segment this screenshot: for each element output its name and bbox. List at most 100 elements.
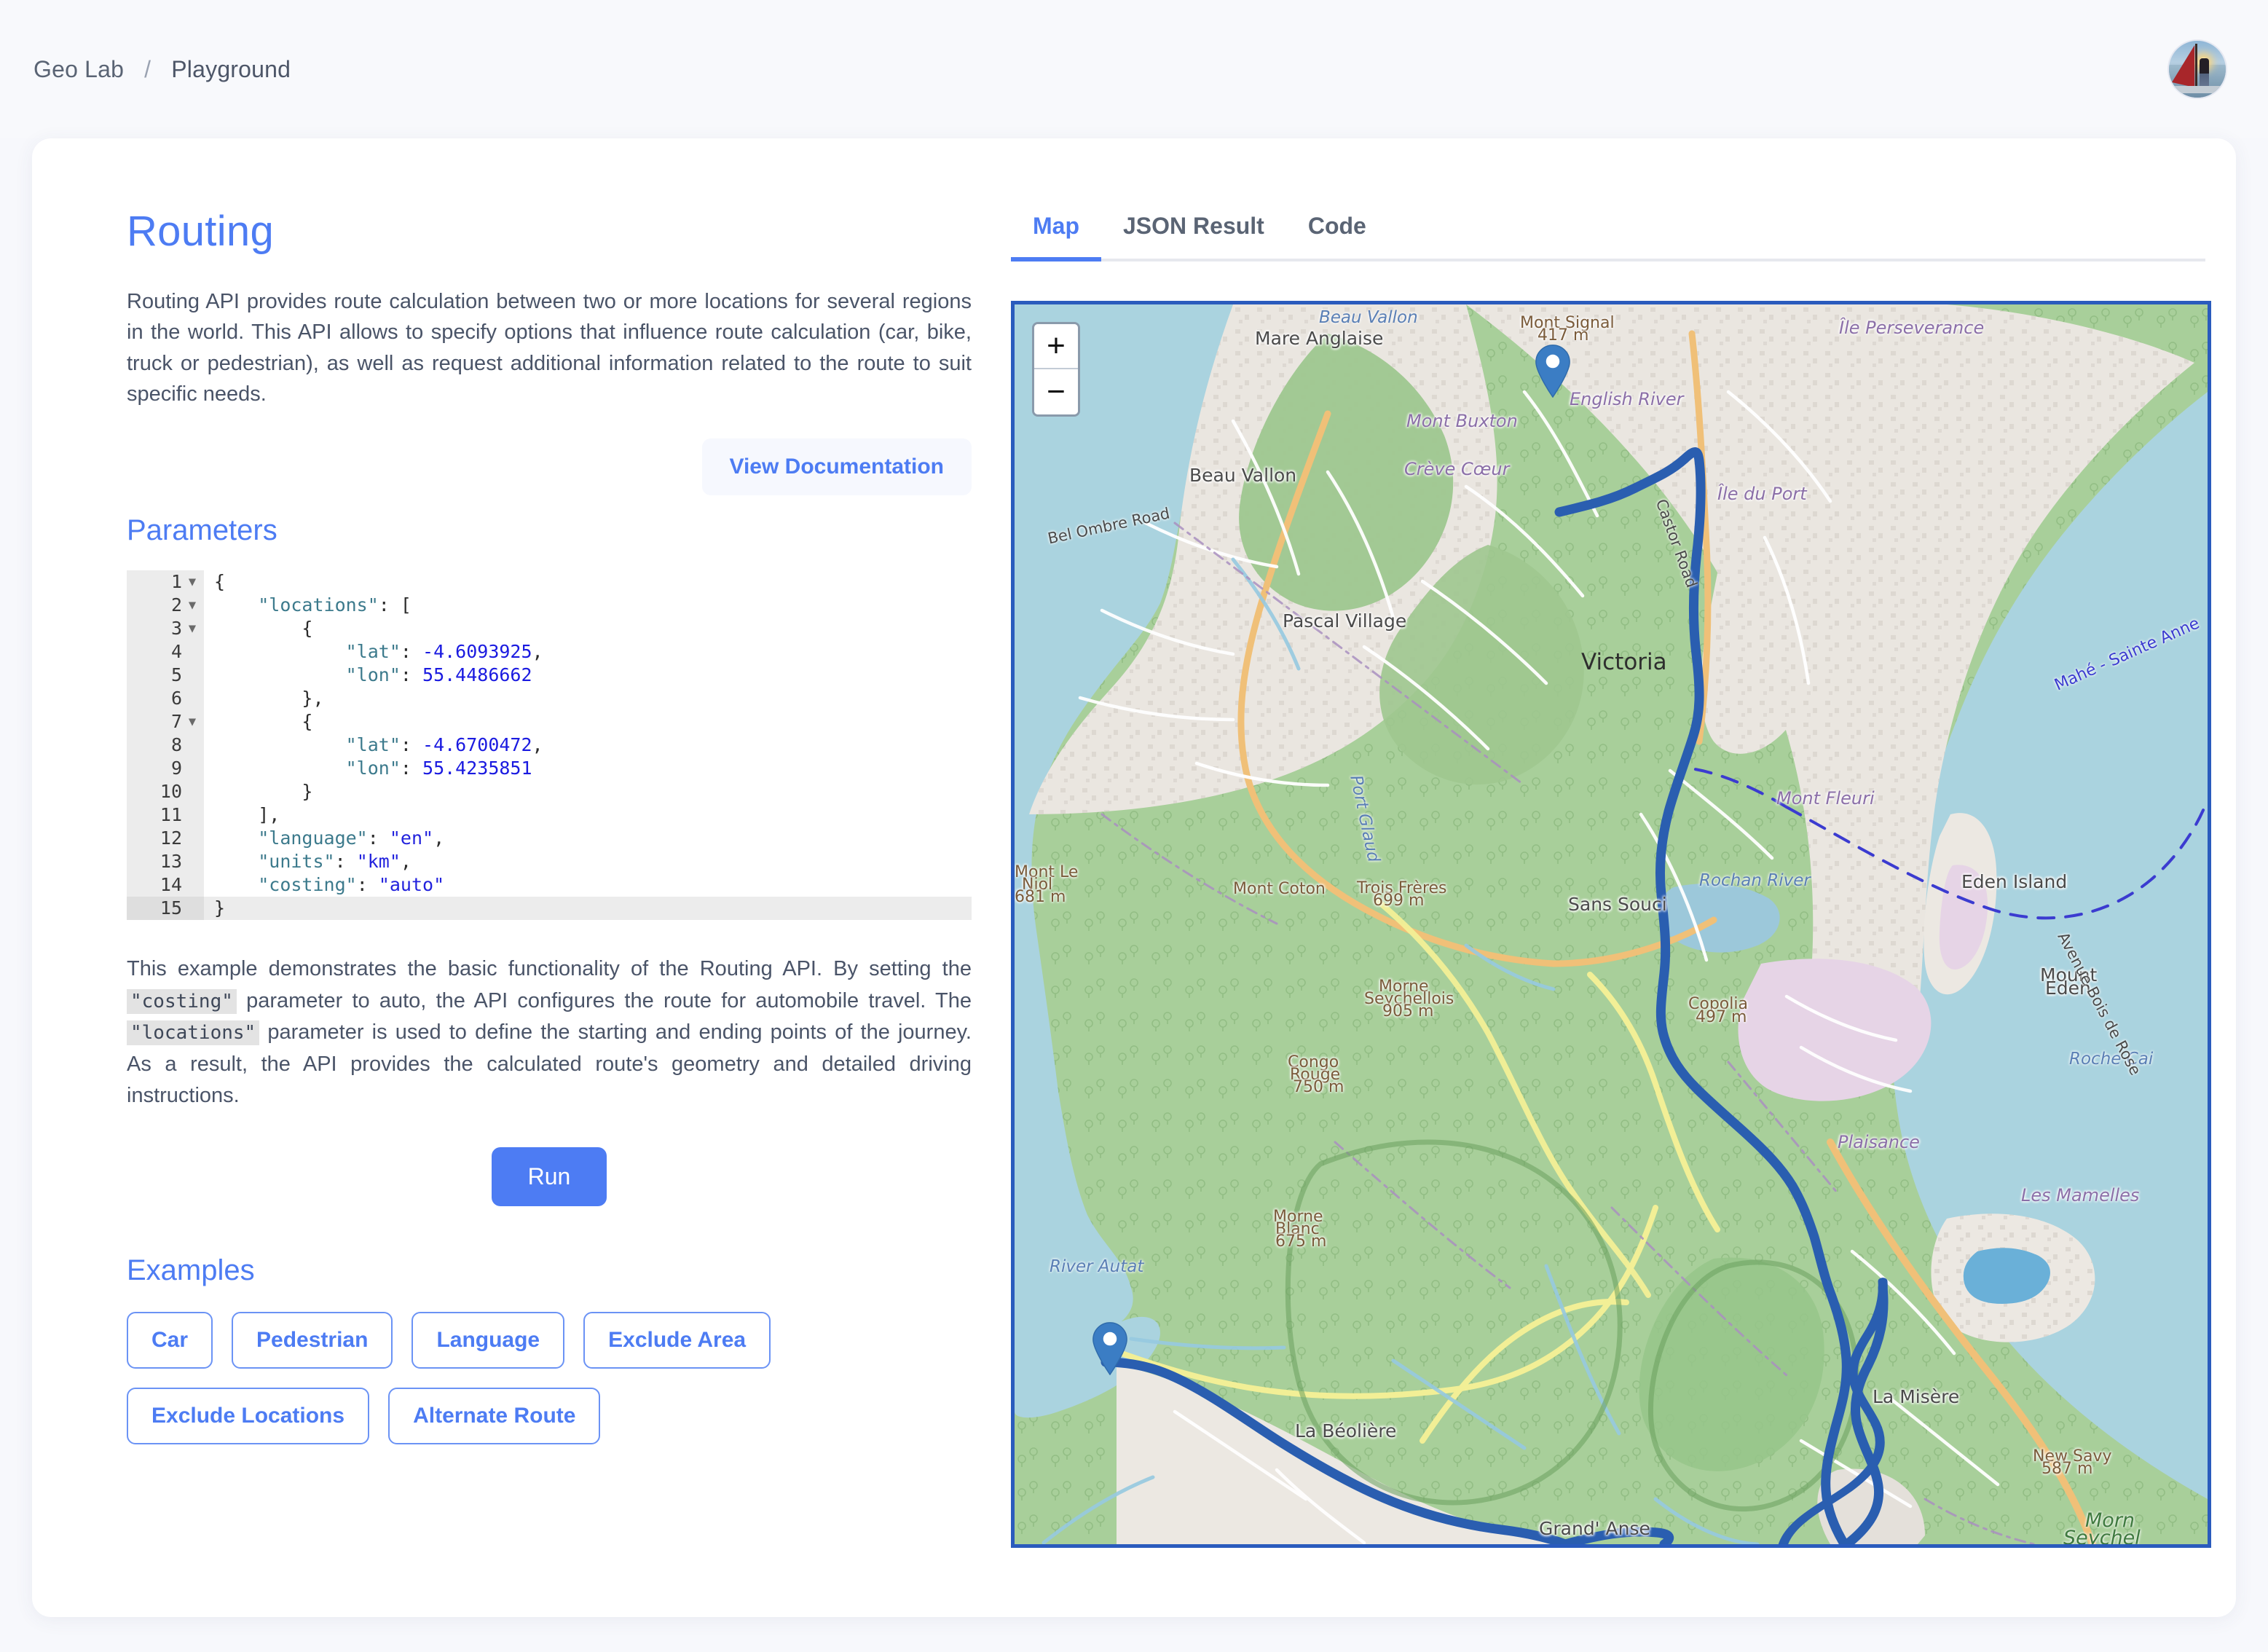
map-label: Congo xyxy=(1288,1053,1339,1071)
map-label: Copolia xyxy=(1688,995,1748,1014)
code-line-text: { xyxy=(302,618,313,640)
map-label: Morne xyxy=(1273,1208,1323,1227)
code-line-text: "locations": [ xyxy=(258,594,412,616)
code-line-text: "lat": -4.6700472, xyxy=(345,734,543,756)
map-label: Mahé - Sainte Anne xyxy=(2052,614,2202,695)
code-line-number: 12▼ xyxy=(127,827,204,851)
code-line-text: { xyxy=(214,571,226,593)
code-line[interactable]: 15▼} xyxy=(127,897,972,921)
tab-code[interactable]: Code xyxy=(1286,204,1388,259)
map-label: Seychel xyxy=(2063,1527,2141,1548)
run-button[interactable]: Run xyxy=(491,1146,607,1206)
map-label: Mount xyxy=(2040,964,2098,986)
run-row: Run xyxy=(127,1146,972,1206)
code-fold-arrow-icon[interactable]: ▼ xyxy=(186,622,198,635)
map-label: Eden xyxy=(2045,978,2091,999)
code-line-text: ], xyxy=(258,804,280,826)
example-button-alternate-route[interactable]: Alternate Route xyxy=(388,1387,601,1444)
page-title: Routing xyxy=(127,208,275,255)
code-line-number: 4▼ xyxy=(127,640,204,664)
code-line-number: 8▼ xyxy=(127,733,204,758)
zoom-in-button[interactable]: + xyxy=(1034,324,1078,369)
parameters-title: Parameters xyxy=(127,514,277,547)
zoom-out-button[interactable]: − xyxy=(1034,369,1078,414)
code-line[interactable]: 10▼ } xyxy=(127,780,972,804)
map-label: Trois Frères xyxy=(1357,879,1447,898)
map-label: River Autat xyxy=(1050,1257,1144,1277)
code-line[interactable]: 13▼ "units": "km", xyxy=(127,850,972,874)
tab-json-result[interactable]: JSON Result xyxy=(1101,204,1286,259)
code-line-number: 9▼ xyxy=(127,757,204,781)
map-label: 587 m xyxy=(2041,1459,2093,1478)
code-fold-arrow-icon[interactable]: ▼ xyxy=(186,575,198,589)
code-line-text: }, xyxy=(302,688,324,709)
code-line[interactable]: 3 ▼ { xyxy=(127,617,972,641)
code-line-number: 5▼ xyxy=(127,664,204,688)
map-label: La Béolière xyxy=(1295,1420,1397,1442)
code-line-text: } xyxy=(214,897,226,919)
map-label: Les Mamelles xyxy=(2021,1184,2140,1205)
documentation-row: View Documentation xyxy=(127,438,972,496)
map-label: Blanc xyxy=(1275,1220,1320,1239)
map-label: Plaisance xyxy=(1838,1131,1920,1152)
avatar[interactable] xyxy=(2167,39,2227,99)
example-button-exclude-area[interactable]: Exclude Area xyxy=(583,1311,771,1369)
code-line-number: 3 ▼ xyxy=(127,617,204,641)
map-label: Rochan River xyxy=(1699,871,1811,891)
map-label: Île du Port xyxy=(1717,484,1807,505)
code-line-number: 13▼ xyxy=(127,850,204,874)
example-button-language[interactable]: Language xyxy=(412,1311,565,1369)
code-line[interactable]: 2 ▼ "locations": [ xyxy=(127,594,972,618)
code-line[interactable]: 5▼ "lon": 55.4486662 xyxy=(127,664,972,688)
code-line[interactable]: 6▼ }, xyxy=(127,687,972,711)
map-label: Beau Vallon xyxy=(1319,307,1418,327)
map-label: Île Perseverance xyxy=(1839,318,1985,339)
code-line[interactable]: 12▼ "language": "en", xyxy=(127,827,972,851)
code-line-text: "units": "km", xyxy=(258,851,412,873)
map-label: Beau Vallon xyxy=(1189,465,1297,487)
origin-marker[interactable] xyxy=(1533,344,1572,398)
map-label: Rouge xyxy=(1290,1065,1341,1084)
code-line[interactable]: 4▼ "lat": -4.6093925, xyxy=(127,640,972,664)
map-label: Mont Fleuri xyxy=(1776,787,1875,809)
explanation-part-1: This example demonstrates the basic func… xyxy=(127,957,972,981)
map-label: New Savy xyxy=(2033,1447,2112,1466)
code-line-text: "lon": 55.4235851 xyxy=(345,758,532,779)
example-button-car[interactable]: Car xyxy=(127,1311,213,1369)
map-zoom-control[interactable]: + − xyxy=(1032,322,1080,417)
breadcrumb-leaf[interactable]: Playground xyxy=(171,56,291,83)
breadcrumb-root[interactable]: Geo Lab xyxy=(34,56,124,83)
map-label: Eden Island xyxy=(1961,871,2068,893)
code-line[interactable]: 7 ▼ { xyxy=(127,710,972,734)
example-button-exclude-locations[interactable]: Exclude Locations xyxy=(127,1387,370,1444)
code-line[interactable]: 14▼ "costing": "auto" xyxy=(127,873,972,897)
explanation-part-2: parameter to auto, the API configures th… xyxy=(236,988,972,1012)
code-line[interactable]: 1 ▼ { xyxy=(127,570,972,594)
map-label: Niol xyxy=(1022,876,1053,894)
code-line[interactable]: 9▼ "lon": 55.4235851 xyxy=(127,757,972,781)
main-card: Routing Routing API provides route calcu… xyxy=(32,138,2236,1617)
code-fold-arrow-icon[interactable]: ▼ xyxy=(186,715,198,728)
map-label: Mont Coton xyxy=(1233,880,1326,899)
map-label: Mont Buxton xyxy=(1406,410,1518,431)
view-documentation-button[interactable]: View Documentation xyxy=(701,438,972,496)
code-line-number: 11▼ xyxy=(127,803,204,827)
map-overlay: Beau Vallon Mont Signal 417 m Île Persevera… xyxy=(1015,304,2208,1544)
code-line[interactable]: 11▼ ], xyxy=(127,803,972,827)
code-line[interactable]: 8▼ "lat": -4.6700472, xyxy=(127,733,972,758)
inline-code-costing: "costing" xyxy=(127,988,237,1014)
examples-list: Car Pedestrian Language Exclude Area Exclude… xyxy=(127,1311,972,1444)
examples-title: Examples xyxy=(127,1254,255,1286)
map-label: Grand' Anse xyxy=(1539,1517,1650,1539)
destination-marker[interactable] xyxy=(1090,1321,1130,1376)
parameters-code-editor[interactable]: 1▼{2▼ "locations": [3▼ {4▼ "lat": -4.609… xyxy=(127,570,972,921)
tab-map[interactable]: Map xyxy=(1011,204,1101,261)
map-label: 699 m xyxy=(1373,892,1425,910)
example-explanation: This example demonstrates the basic func… xyxy=(127,953,972,1112)
code-line-number: 6▼ xyxy=(127,687,204,711)
example-button-pedestrian[interactable]: Pedestrian xyxy=(232,1311,393,1369)
map-panel[interactable]: + − Beau Vallon Mont Signal 417 m Île Perse… xyxy=(1011,301,2211,1548)
code-line-text: "lat": -4.6093925, xyxy=(345,641,543,663)
code-fold-arrow-icon[interactable]: ▼ xyxy=(186,599,198,612)
left-pane: Routing Routing API provides route calcu… xyxy=(74,182,972,1617)
